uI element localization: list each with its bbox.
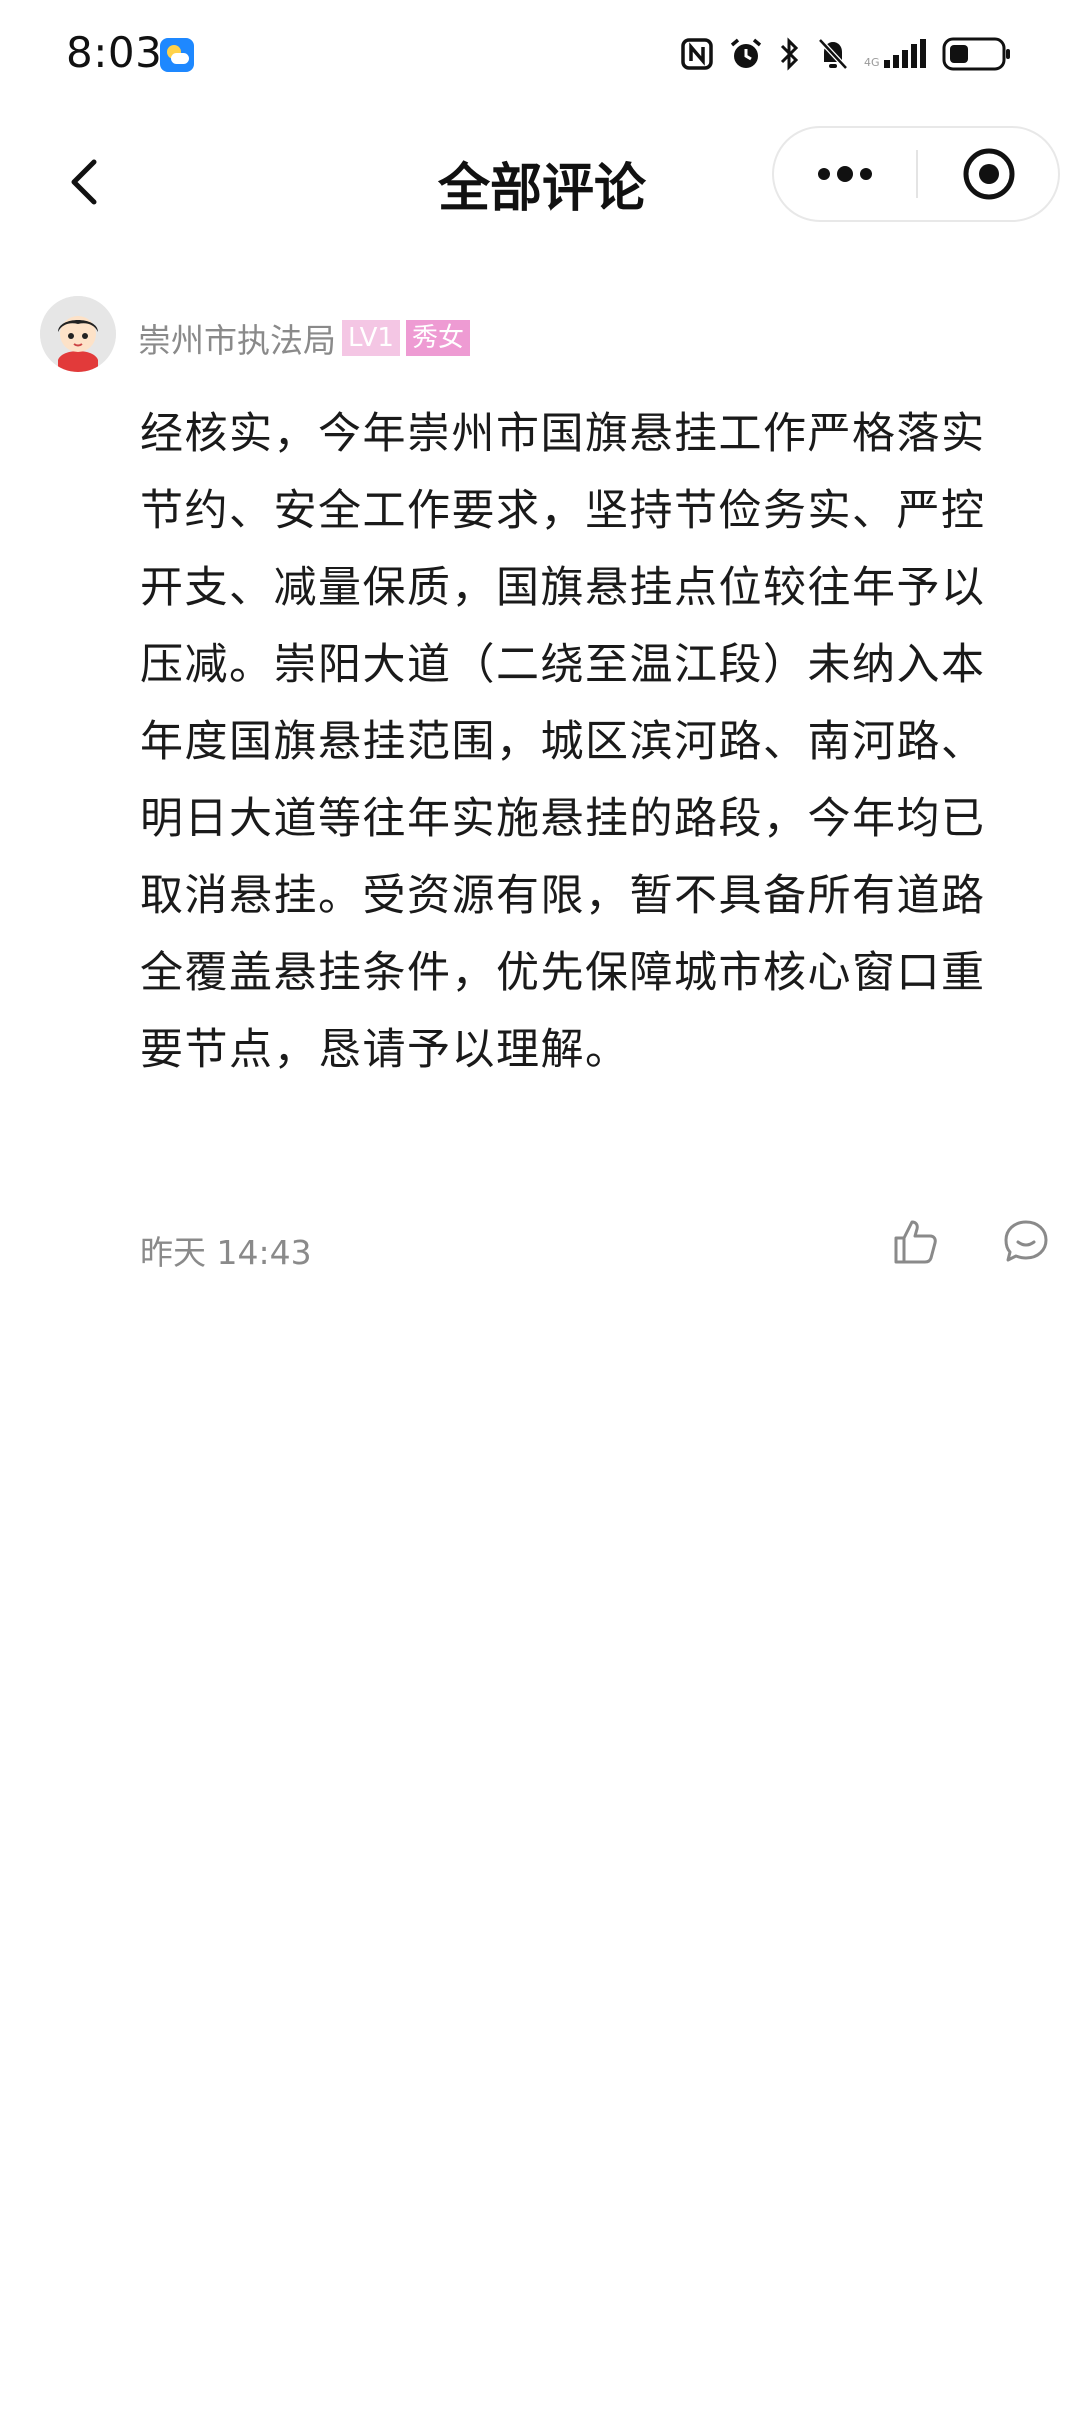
thumbs-up-icon [894,1220,937,1264]
avatar[interactable] [40,296,116,372]
svg-text:4G: 4G [864,56,880,69]
more-button[interactable] [774,128,916,220]
comment-text: 经核实，今年崇州市国旗悬挂工作严格落实节约、安全工作要求，坚持节俭务实、严控开支… [140,409,986,1075]
more-dots-icon [818,166,872,182]
comment-footer: 昨天 14:43 [140,1216,1060,1276]
cartoon-avatar-icon [40,296,116,372]
nav-header: 全部评论 [0,118,1084,246]
status-time: 8:03 [66,28,163,77]
mute-icon [818,38,848,70]
comment-time: 昨天 14:43 [140,1233,312,1272]
signal-icon: 4G [864,39,926,69]
battery-icon [942,37,1010,71]
weather-icon [160,38,194,72]
mini-program-capsule [772,126,1060,222]
comment-icon [1004,1220,1048,1262]
alarm-icon [730,38,762,68]
screen: 8:03 4G 全部评论 崇州市执法局 LV1 秀女 经核实，今年崇州市国旗悬挂… [0,0,1084,2412]
like-button[interactable] [890,1216,942,1268]
gender-badge: 秀女 [405,320,470,356]
target-close-icon [963,148,1015,200]
reply-button[interactable] [1000,1216,1052,1268]
username-row: 崇州市执法局 LV1 秀女 [138,314,470,362]
close-button[interactable] [918,128,1060,220]
nfc-icon [681,38,713,70]
level-badge: LV1 [342,320,400,356]
bluetooth-icon [780,37,799,71]
username[interactable]: 崇州市执法局 [138,314,336,362]
status-bar: 8:03 4G [0,0,1084,110]
status-icons: 4G [680,34,1012,74]
